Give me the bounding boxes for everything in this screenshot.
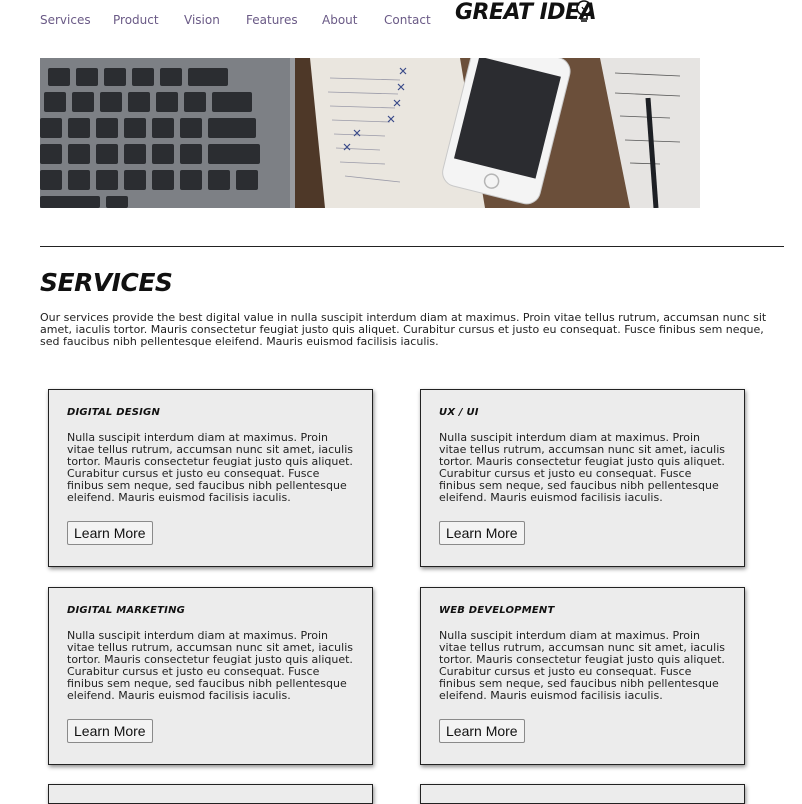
- main-nav: Services Product Vision Features About C…: [40, 13, 434, 27]
- nav-link-about[interactable]: About: [322, 13, 384, 27]
- card-title: Web Development: [439, 605, 555, 616]
- learn-more-button[interactable]: Learn More: [439, 521, 525, 545]
- service-card-digital-marketing: Digital Marketing Nulla suscipit interdu…: [48, 587, 373, 765]
- card-title: Digital Design: [67, 407, 161, 418]
- learn-more-button[interactable]: Learn More: [67, 521, 153, 545]
- service-card-partial: [48, 784, 373, 804]
- card-title: Digital Marketing: [67, 605, 186, 616]
- section-title: Services: [40, 268, 173, 297]
- service-card-digital-design: Digital Design Nulla suscipit interdum d…: [48, 389, 373, 567]
- learn-more-button[interactable]: Learn More: [67, 719, 153, 743]
- service-card-partial: [420, 784, 745, 804]
- nav-link-services[interactable]: Services: [40, 13, 113, 27]
- learn-more-button[interactable]: Learn More: [439, 719, 525, 743]
- brand-logo[interactable]: GREAT IDEA: [455, 0, 597, 25]
- section-divider: [40, 246, 784, 247]
- card-body: Nulla suscipit interdum diam at maximus.…: [67, 431, 353, 504]
- service-card-ux-ui: UX / UI Nulla suscipit interdum diam at …: [420, 389, 745, 567]
- card-body: Nulla suscipit interdum diam at maximus.…: [439, 431, 725, 504]
- lightbulb-icon: [576, 0, 592, 22]
- service-card-web-development: Web Development Nulla suscipit interdum …: [420, 587, 745, 765]
- hero-photo: [40, 58, 700, 208]
- nav-link-vision[interactable]: Vision: [184, 13, 246, 27]
- card-title: UX / UI: [439, 407, 479, 418]
- nav-link-product[interactable]: Product: [113, 13, 184, 27]
- section-intro: Our services provide the best digital va…: [40, 311, 767, 348]
- card-body: Nulla suscipit interdum diam at maximus.…: [439, 629, 725, 702]
- nav-link-contact[interactable]: Contact: [384, 13, 434, 27]
- hero-image: [40, 58, 700, 208]
- card-body: Nulla suscipit interdum diam at maximus.…: [67, 629, 353, 702]
- nav-link-features[interactable]: Features: [246, 13, 322, 27]
